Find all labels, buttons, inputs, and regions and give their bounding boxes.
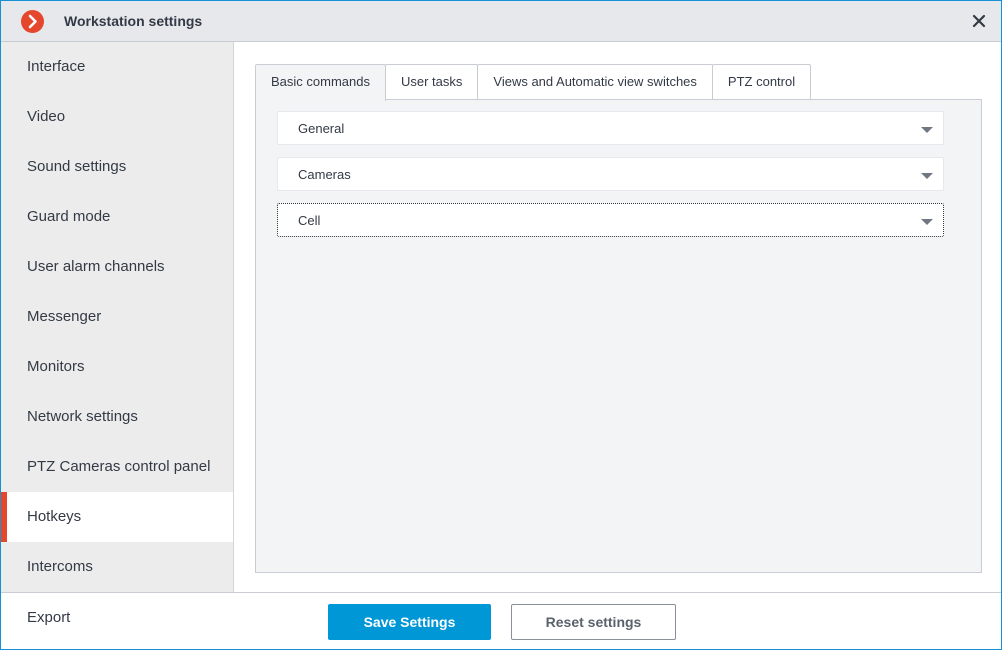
sidebar-item-intercoms[interactable]: Intercoms	[1, 542, 233, 592]
save-settings-button[interactable]: Save Settings	[328, 604, 491, 640]
sidebar-item-messenger[interactable]: Messenger	[1, 292, 233, 342]
hotkeys-tabs: Basic commands User tasks Views and Auto…	[255, 64, 812, 101]
sidebar-item-monitors[interactable]: Monitors	[1, 342, 233, 392]
section-label: General	[298, 121, 345, 136]
sidebar-item-user-alarm-channels[interactable]: User alarm channels	[1, 242, 233, 292]
sidebar-item-interface[interactable]: Interface	[1, 42, 233, 92]
caret-down-icon	[921, 219, 933, 225]
section-cameras-dropdown[interactable]: Cameras	[277, 157, 944, 191]
sidebar-item-sound-settings[interactable]: Sound settings	[1, 142, 233, 192]
tab-user-tasks[interactable]: User tasks	[384, 64, 479, 100]
tab-panel: General Cameras Cell	[255, 99, 982, 573]
tab-basic-commands[interactable]: Basic commands	[255, 64, 386, 101]
close-icon[interactable]	[971, 13, 987, 29]
title-bar: Workstation settings	[1, 1, 1001, 42]
section-cell-dropdown[interactable]: Cell	[277, 203, 944, 237]
sidebar-item-network-settings[interactable]: Network settings	[1, 392, 233, 442]
sidebar-item-video[interactable]: Video	[1, 92, 233, 142]
caret-down-icon	[921, 127, 933, 133]
sidebar-item-guard-mode[interactable]: Guard mode	[1, 192, 233, 242]
sidebar-item-hotkeys[interactable]: Hotkeys	[1, 492, 233, 542]
reset-settings-button[interactable]: Reset settings	[511, 604, 676, 640]
section-general-dropdown[interactable]: General	[277, 111, 944, 145]
settings-sidebar: Interface Video Sound settings Guard mod…	[1, 42, 234, 593]
caret-down-icon	[921, 173, 933, 179]
sidebar-item-ptz-cameras-control-panel[interactable]: PTZ Cameras control panel	[1, 442, 233, 492]
export-link[interactable]: Export	[1, 593, 234, 643]
tab-ptz-control[interactable]: PTZ control	[711, 64, 812, 100]
section-label: Cell	[298, 213, 321, 228]
app-logo-chevron-right-icon	[21, 10, 44, 33]
tab-views-and-automatic-view-switches[interactable]: Views and Automatic view switches	[477, 64, 713, 100]
window-title: Workstation settings	[64, 13, 203, 29]
section-label: Cameras	[298, 167, 351, 182]
settings-window: Workstation settings Interface Video Sou…	[0, 0, 1002, 650]
